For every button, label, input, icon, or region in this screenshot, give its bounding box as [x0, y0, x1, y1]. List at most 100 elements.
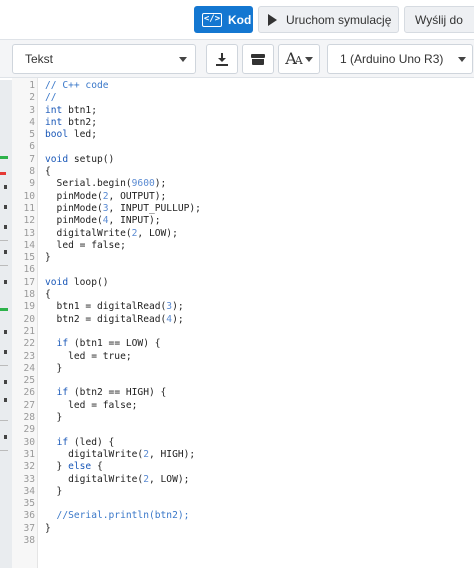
editor-toolbar: Tekst AA 1 (Arduino Uno R3) — [0, 40, 474, 78]
line-number: 16 — [23, 264, 35, 276]
code-line[interactable]: //Serial.println(btn2); — [45, 510, 474, 522]
line-number: 22 — [23, 338, 35, 350]
line-number: 2 — [29, 92, 35, 104]
chevron-down-icon — [458, 57, 466, 62]
code-line[interactable]: if (btn1 == LOW) { — [45, 338, 474, 350]
code-line[interactable]: { — [45, 166, 474, 178]
code-line[interactable]: digitalWrite(2, LOW); — [45, 474, 474, 486]
line-number: 3 — [29, 104, 35, 116]
line-number: 27 — [23, 399, 35, 411]
line-number: 13 — [23, 227, 35, 239]
chevron-down-icon — [305, 57, 313, 62]
code-line[interactable] — [45, 498, 474, 510]
code-line[interactable]: } — [45, 252, 474, 264]
code-line[interactable] — [45, 264, 474, 276]
line-number: 31 — [23, 448, 35, 460]
line-number: 24 — [23, 362, 35, 374]
line-number: 38 — [23, 534, 35, 546]
line-number: 33 — [23, 473, 35, 485]
code-line[interactable]: // — [45, 92, 474, 104]
line-number: 34 — [23, 485, 35, 497]
font-size-button[interactable]: AA — [278, 44, 320, 74]
code-line[interactable]: Serial.begin(9600); — [45, 178, 474, 190]
line-number: 28 — [23, 412, 35, 424]
download-code-button[interactable] — [206, 44, 238, 74]
line-number: 5 — [29, 129, 35, 141]
send-to-label: Wyślij do — [415, 12, 463, 27]
code-line[interactable]: pinMode(3, INPUT_PULLUP); — [45, 203, 474, 215]
code-line[interactable] — [45, 141, 474, 153]
line-number: 7 — [29, 153, 35, 165]
code-button-label: Kod — [228, 12, 252, 27]
code-line[interactable]: } — [45, 363, 474, 375]
code-line[interactable] — [45, 326, 474, 338]
code-line[interactable]: } — [45, 523, 474, 535]
code-line[interactable]: } else { — [45, 461, 474, 473]
line-number: 11 — [23, 202, 35, 214]
code-line[interactable]: led = true; — [45, 351, 474, 363]
board-select-value: 1 (Arduino Uno R3) — [340, 52, 444, 66]
start-simulation-label: Uruchom symulację — [286, 12, 392, 27]
line-number: 20 — [23, 313, 35, 325]
line-number: 25 — [23, 375, 35, 387]
code-line[interactable]: if (led) { — [45, 437, 474, 449]
circuit-panel-edge — [0, 80, 12, 568]
code-text-area[interactable]: // C++ code//int btn1; int btn2; bool led;… — [45, 80, 474, 547]
line-number: 8 — [29, 166, 35, 178]
code-line[interactable]: { — [45, 289, 474, 301]
top-toolbar: </> Kod Uruchom symulację Wyślij do — [0, 0, 474, 40]
line-number: 23 — [23, 350, 35, 362]
editor-mode-select[interactable]: Tekst — [12, 44, 196, 74]
code-editor[interactable]: 1 2 3 4 5 6 7 8 9 10 11 12 13 14 15 16 17 18 19 20 21 22 23 24 2… — [12, 78, 474, 568]
code-line[interactable]: led = false; — [45, 400, 474, 412]
line-number-gutter: 1 2 3 4 5 6 7 8 9 10 11 12 13 14 15 16 17 18 19 20 21 22 23 24 2… — [12, 78, 38, 568]
code-icon: </> — [202, 12, 222, 27]
line-number: 35 — [23, 498, 35, 510]
download-icon — [216, 52, 228, 66]
chevron-down-icon — [179, 57, 187, 62]
code-line[interactable]: pinMode(4, INPUT); — [45, 215, 474, 227]
line-number: 18 — [23, 289, 35, 301]
code-line[interactable]: digitalWrite(2, LOW); — [45, 228, 474, 240]
line-number: 36 — [23, 510, 35, 522]
line-number: 37 — [23, 522, 35, 534]
font-size-icon: AA — [285, 49, 303, 68]
line-number: 19 — [23, 301, 35, 313]
code-line[interactable]: } — [45, 412, 474, 424]
board-select[interactable]: 1 (Arduino Uno R3) — [327, 44, 473, 74]
start-simulation-button[interactable]: Uruchom symulację — [258, 6, 399, 33]
line-number: 15 — [23, 252, 35, 264]
line-number: 9 — [29, 178, 35, 190]
line-number: 32 — [23, 461, 35, 473]
library-box-icon — [251, 53, 265, 65]
code-button[interactable]: </> Kod — [194, 6, 253, 33]
line-number: 10 — [23, 190, 35, 202]
line-number: 17 — [23, 276, 35, 288]
play-icon — [268, 13, 277, 26]
code-line[interactable]: int btn2; — [45, 117, 474, 129]
code-line[interactable]: pinMode(2, OUTPUT); — [45, 191, 474, 203]
send-to-button[interactable]: Wyślij do — [404, 6, 474, 33]
line-number: 21 — [23, 325, 35, 337]
code-line[interactable]: // C++ code — [45, 80, 474, 92]
code-line[interactable]: btn1 = digitalRead(3); — [45, 301, 474, 313]
code-line[interactable]: bool led; — [45, 129, 474, 141]
code-line[interactable]: void loop() — [45, 277, 474, 289]
libraries-button[interactable] — [242, 44, 274, 74]
editor-mode-value: Tekst — [25, 52, 54, 66]
code-line[interactable] — [45, 375, 474, 387]
code-line[interactable]: digitalWrite(2, HIGH); — [45, 449, 474, 461]
code-line[interactable]: led = false; — [45, 240, 474, 252]
code-line[interactable]: int btn1; — [45, 105, 474, 117]
code-line[interactable] — [45, 424, 474, 436]
line-number: 1 — [29, 80, 35, 91]
code-line[interactable] — [45, 535, 474, 547]
line-number: 26 — [23, 387, 35, 399]
line-number: 12 — [23, 215, 35, 227]
line-number: 4 — [29, 116, 35, 128]
line-number: 14 — [23, 239, 35, 251]
code-line[interactable]: } — [45, 486, 474, 498]
code-line[interactable]: void setup() — [45, 154, 474, 166]
code-line[interactable]: if (btn2 == HIGH) { — [45, 387, 474, 399]
code-line[interactable]: btn2 = digitalRead(4); — [45, 314, 474, 326]
